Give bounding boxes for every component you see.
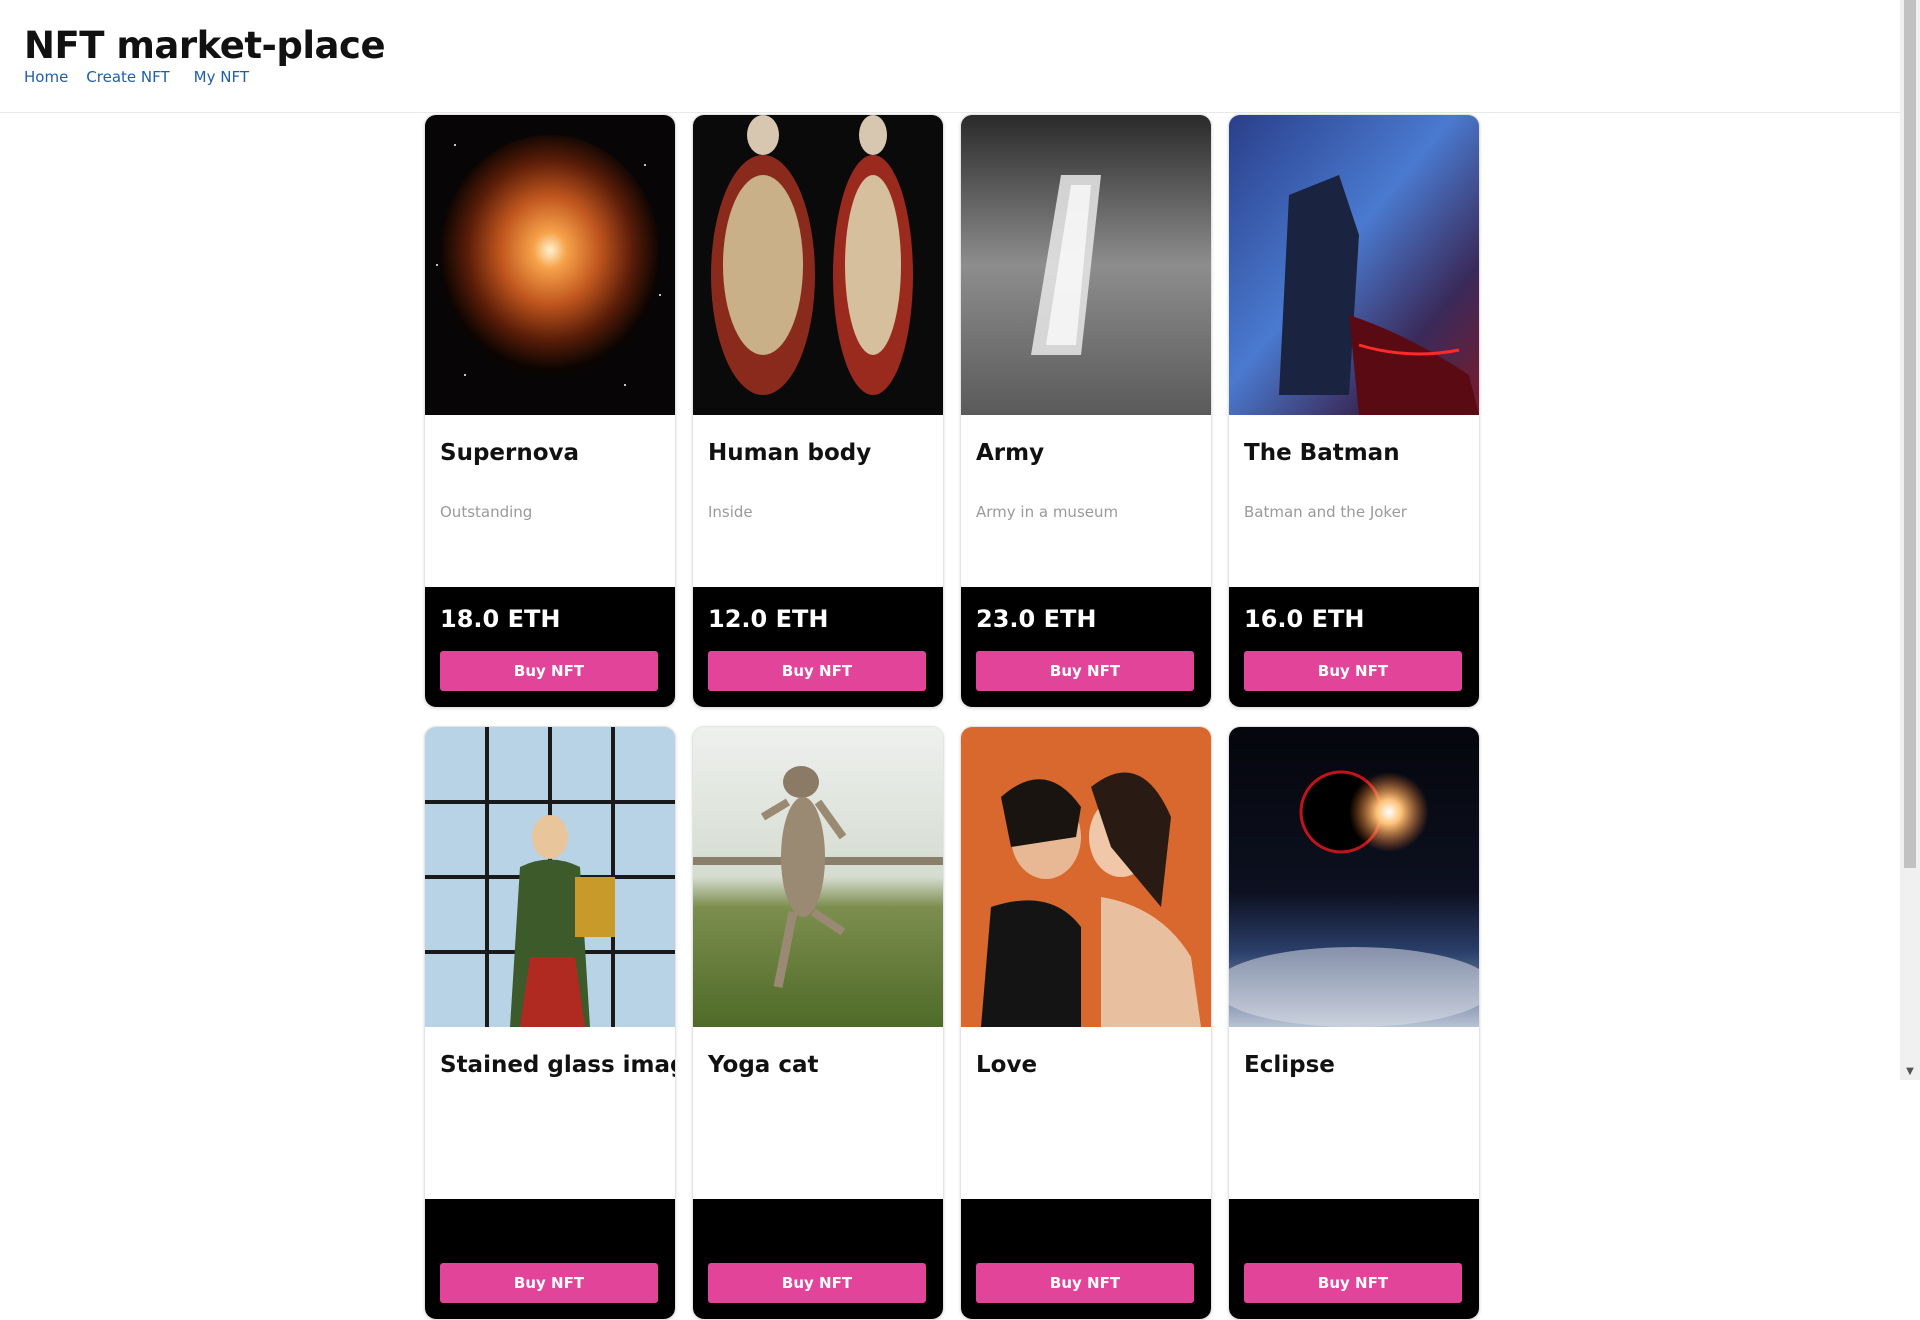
- nav-link-home[interactable]: Home: [24, 68, 68, 86]
- card-body: Yoga cat: [693, 1027, 943, 1199]
- army-image: [961, 115, 1211, 415]
- nft-name: Stained glass image: [440, 1052, 676, 1078]
- nav-link-create-nft[interactable]: Create NFT: [86, 68, 169, 86]
- nft-grid: Supernova Outstanding 18.0 ETH Buy NFT H…: [424, 114, 1480, 1320]
- card-footer: 18.0 ETH Buy NFT: [425, 587, 675, 707]
- card-footer: Buy NFT: [425, 1199, 675, 1319]
- nft-price: 23.0 ETH: [976, 605, 1097, 633]
- card-footer: Buy NFT: [961, 1199, 1211, 1319]
- card-body: The Batman Batman and the Joker: [1229, 415, 1479, 587]
- nft-card: Stained glass image Buy NFT: [424, 726, 676, 1320]
- buy-nft-button[interactable]: Buy NFT: [976, 1263, 1194, 1303]
- main-nav: Home Create NFT My NFT: [24, 68, 267, 86]
- nft-name: The Batman: [1244, 440, 1400, 466]
- nft-card: The Batman Batman and the Joker 16.0 ETH…: [1228, 114, 1480, 708]
- human-body-image: [693, 115, 943, 415]
- card-footer: 12.0 ETH Buy NFT: [693, 587, 943, 707]
- site-header: NFT market-place Home Create NFT My NFT: [0, 0, 1900, 113]
- nft-price: 12.0 ETH: [708, 605, 829, 633]
- nft-name: Army: [976, 440, 1045, 466]
- supernova-image: [425, 115, 675, 415]
- nft-description: Batman and the Joker: [1244, 503, 1407, 521]
- nft-name: Human body: [708, 440, 872, 466]
- nft-name: Yoga cat: [708, 1052, 819, 1078]
- card-body: Human body Inside: [693, 415, 943, 587]
- card-body: Stained glass image: [425, 1027, 675, 1199]
- nft-name: Eclipse: [1244, 1052, 1335, 1078]
- buy-nft-button[interactable]: Buy NFT: [1244, 651, 1462, 691]
- nft-card: Eclipse Buy NFT: [1228, 726, 1480, 1320]
- love-image: [961, 727, 1211, 1027]
- card-footer: 16.0 ETH Buy NFT: [1229, 587, 1479, 707]
- nft-description: Inside: [708, 503, 753, 521]
- eclipse-image: [1229, 727, 1479, 1027]
- buy-nft-button[interactable]: Buy NFT: [440, 1263, 658, 1303]
- buy-nft-button[interactable]: Buy NFT: [976, 651, 1194, 691]
- nft-name: Supernova: [440, 440, 580, 466]
- card-footer: 23.0 ETH Buy NFT: [961, 587, 1211, 707]
- scroll-down-arrow-icon[interactable]: ▼: [1900, 1064, 1920, 1078]
- card-footer: Buy NFT: [1229, 1199, 1479, 1319]
- buy-nft-button[interactable]: Buy NFT: [440, 651, 658, 691]
- nft-card: Yoga cat Buy NFT: [692, 726, 944, 1320]
- yoga-cat-image: [693, 727, 943, 1027]
- nft-name: Love: [976, 1052, 1038, 1078]
- nft-price: 18.0 ETH: [440, 605, 561, 633]
- site-title: NFT market-place: [24, 24, 386, 67]
- nav-link-my-nft[interactable]: My NFT: [194, 68, 249, 86]
- card-body: Love: [961, 1027, 1211, 1199]
- vertical-scrollbar[interactable]: ▼: [1900, 0, 1920, 1080]
- batman-image: [1229, 115, 1479, 415]
- card-body: Army Army in a museum: [961, 415, 1211, 587]
- nft-card: Supernova Outstanding 18.0 ETH Buy NFT: [424, 114, 676, 708]
- nft-card: Love Buy NFT: [960, 726, 1212, 1320]
- scrollbar-thumb[interactable]: [1904, 0, 1916, 868]
- nft-price: 16.0 ETH: [1244, 605, 1365, 633]
- buy-nft-button[interactable]: Buy NFT: [1244, 1263, 1462, 1303]
- buy-nft-button[interactable]: Buy NFT: [708, 1263, 926, 1303]
- card-footer: Buy NFT: [693, 1199, 943, 1319]
- nft-description: Outstanding: [440, 503, 533, 521]
- nft-card: Army Army in a museum 23.0 ETH Buy NFT: [960, 114, 1212, 708]
- stained-glass-image: [425, 727, 675, 1027]
- buy-nft-button[interactable]: Buy NFT: [708, 651, 926, 691]
- nft-card: Human body Inside 12.0 ETH Buy NFT: [692, 114, 944, 708]
- card-body: Eclipse: [1229, 1027, 1479, 1199]
- nft-description: Army in a museum: [976, 503, 1119, 521]
- card-body: Supernova Outstanding: [425, 415, 675, 587]
